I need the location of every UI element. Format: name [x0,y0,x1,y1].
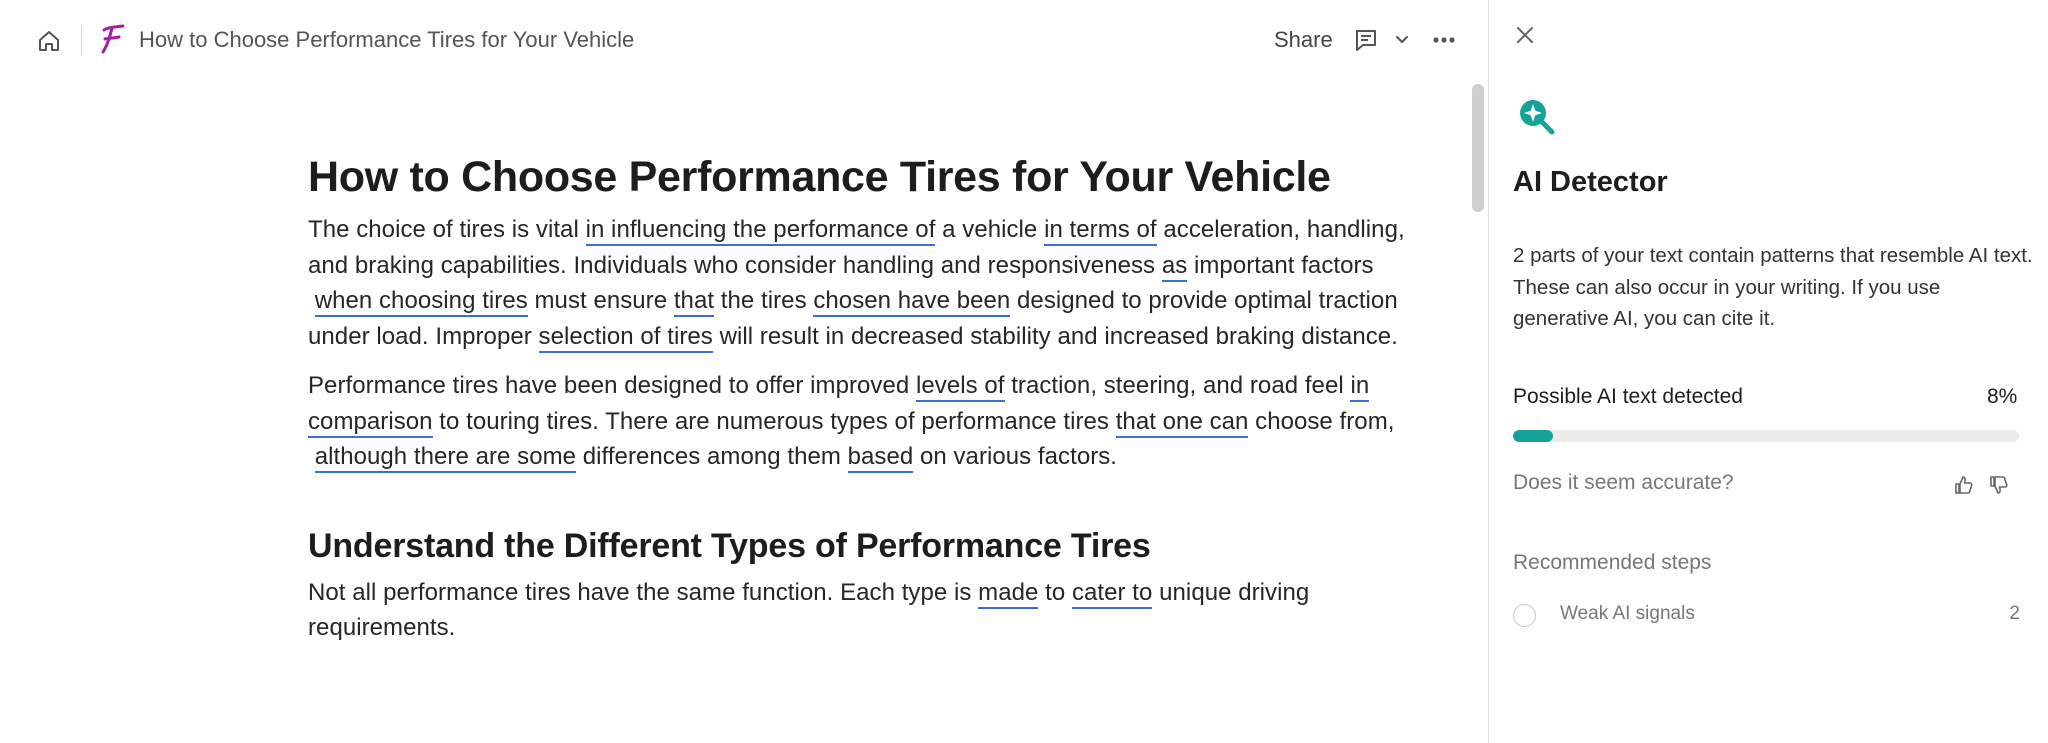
text-run: must ensure [534,287,668,314]
highlighted-phrase[interactable]: as [1161,251,1188,282]
text-run: differences among them [582,443,841,470]
highlighted-phrase[interactable]: when choosing tires [314,287,528,317]
recommended-steps-heading: Recommended steps [1513,551,1712,574]
thumbs-down-icon[interactable] [1988,474,2010,496]
highlighted-phrase[interactable]: levels of [916,372,1005,402]
detection-progress-bar [1513,430,2019,442]
paragraph-1[interactable]: The choice of tires is vital in influenc… [308,212,1408,354]
paragraph-3[interactable]: Not all performance tires have the same … [308,575,1408,646]
comment-icon[interactable] [1352,26,1380,54]
logo-icon [101,24,125,54]
text-run: on various factors. [919,443,1118,470]
highlighted-phrase[interactable]: that one can [1115,407,1249,438]
ai-detector-panel [1488,0,2048,743]
highlighted-phrase[interactable]: in influencing the performance of [585,216,936,246]
home-icon [39,31,59,51]
step-label: Weak AI signals [1560,603,1695,624]
highlighted-phrase[interactable]: based [847,443,914,473]
highlighted-phrase[interactable]: selection of tires [538,322,713,353]
editor-pane: How to Choose Performance Tires for Your… [0,0,1488,743]
text-run: Performance tires have been designed to … [308,372,910,399]
editor-topbar: How to Choose Performance Tires for Your… [0,0,1488,80]
text-run: The choice of tires is vital [308,216,579,243]
text-run: important factors [1194,251,1374,279]
highlighted-phrase[interactable]: that [673,287,715,317]
more-horizontal-icon[interactable] [1430,30,1458,50]
document-body[interactable]: How to Choose Performance Tires for Your… [308,148,1408,646]
text-run: will result in decreased stability and i… [719,322,1398,350]
accuracy-question: Does it seem accurate? [1513,471,1734,494]
thumbs-up-icon[interactable] [1953,474,1975,496]
home-button[interactable] [34,26,64,56]
step-count: 2 [2009,603,2020,624]
section-heading: Understand the Different Types of Perfor… [308,526,1151,565]
text-run: choose from, [1255,407,1395,435]
detection-percent: 8% [1987,385,2018,408]
panel-title: AI Detector [1513,166,1668,198]
detection-label: Possible AI text detected [1513,385,1743,408]
text-run: a vehicle [942,216,1038,243]
step-radio[interactable] [1513,604,1536,627]
highlighted-phrase[interactable]: chosen have been [813,287,1011,317]
document-title[interactable]: How to Choose Performance Tires for Your… [139,27,634,53]
highlighted-phrase[interactable]: although there are some [314,443,577,473]
highlighted-phrase[interactable]: cater to [1071,578,1153,609]
share-button[interactable]: Share [1274,27,1333,53]
close-icon[interactable] [1513,23,1537,47]
panel-description: 2 parts of your text contain patterns th… [1513,244,2033,330]
text-run: to [1045,578,1066,606]
ai-detector-icon [1520,100,1555,135]
chevron-down-icon[interactable] [1392,31,1412,49]
text-run: the tires [720,287,807,314]
text-run: Not all performance tires have the same … [308,578,972,606]
document-heading: How to Choose Performance Tires for Your… [308,153,1331,201]
editor-scrollbar-thumb[interactable] [1472,84,1484,212]
highlighted-phrase[interactable]: in terms of [1044,216,1157,246]
highlighted-phrase[interactable]: made [978,578,1039,609]
topbar-divider [81,26,82,56]
paragraph-2[interactable]: Performance tires have been designed to … [308,368,1408,475]
text-run: traction, steering, and road feel [1011,372,1344,399]
text-run: to touring tires. There are numerous typ… [439,407,1109,435]
detection-progress-fill [1513,430,1554,442]
